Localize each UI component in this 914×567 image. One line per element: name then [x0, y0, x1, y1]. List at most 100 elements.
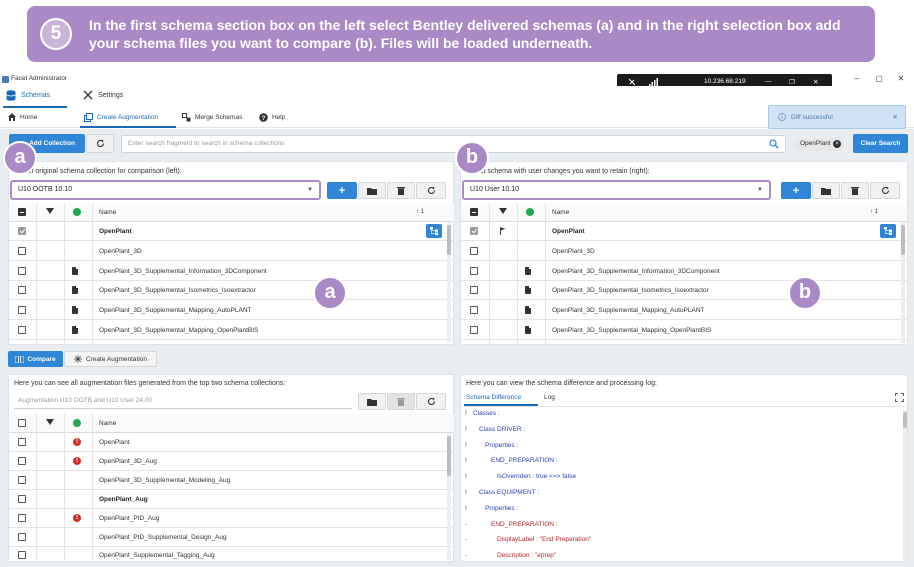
right-refresh-button[interactable] [870, 182, 900, 199]
name-column-header[interactable]: Name [99, 209, 116, 216]
compare-tab[interactable]: Compare [8, 351, 63, 367]
right-open-folder-button[interactable] [812, 182, 840, 199]
sort-indicator[interactable]: ↑ 1 [416, 209, 424, 215]
table-row[interactable]: OpenPlant_3D [461, 242, 907, 261]
nav-help[interactable]: ? Help [259, 113, 285, 122]
row-checkbox[interactable] [18, 475, 26, 484]
row-checkbox[interactable] [18, 438, 26, 446]
diff-text: Class DRIVER : [479, 425, 526, 433]
maximize-button[interactable]: ▢ [868, 74, 890, 86]
table-row[interactable]: OpenPlant_3D_Supplemental_Mapping_OpenPl… [461, 321, 907, 340]
remote-restore-button[interactable]: ❐ [789, 78, 795, 86]
row-checkbox[interactable] [470, 306, 478, 315]
create-augmentation-tab[interactable]: Create Augmentation [64, 351, 157, 367]
row-checkbox[interactable] [470, 227, 478, 235]
row-checkbox[interactable] [18, 326, 26, 334]
row-checkbox[interactable] [18, 551, 26, 560]
table-row[interactable]: ! OpenPlant_3D_Aug [9, 452, 454, 471]
search-icon[interactable] [769, 139, 779, 149]
expand-icon[interactable] [895, 393, 904, 402]
row-checkbox[interactable] [470, 246, 478, 255]
left-collection-select[interactable]: U10 OOTB 10.10 ▼ [10, 180, 321, 200]
nav-home[interactable]: Home [8, 113, 37, 121]
tab-schema-difference[interactable]: Schema Difference [466, 394, 521, 401]
remote-close-button[interactable]: ✕ [813, 78, 818, 86]
toast-close-button[interactable]: ✕ [893, 113, 898, 121]
table-row[interactable]: OpenPlant_3D_Supplemental_Mapping_AutoPL… [9, 301, 454, 321]
table-row[interactable]: OpenPlant_3D [9, 242, 454, 261]
name-column-header[interactable]: Name [99, 420, 116, 427]
diff-text: Properties : [485, 504, 519, 512]
aug-grid-scroll-thumb[interactable] [447, 436, 451, 476]
filter-icon[interactable] [46, 419, 54, 425]
left-open-folder-button[interactable] [358, 182, 386, 199]
table-row[interactable]: OpenPlant_3D_Supplemental_Isometrics_Iso… [461, 281, 907, 301]
select-all-checkbox[interactable] [18, 208, 26, 216]
row-checkbox[interactable] [470, 326, 478, 334]
nav-merge-schemas[interactable]: Merge Schemas [182, 113, 242, 122]
left-add-button[interactable]: + [327, 182, 357, 199]
right-grid-scroll-thumb[interactable] [901, 225, 905, 255]
right-delete-button[interactable] [841, 182, 869, 199]
right-add-button[interactable]: + [781, 182, 811, 199]
table-row[interactable]: OpenPlant_PID_Supplemental_Design_Aug [9, 528, 454, 547]
row-checkbox[interactable] [18, 532, 26, 541]
filter-icon[interactable] [46, 208, 54, 214]
augmentation-name-input[interactable]: Augmentation U10 OOTB and U10 User 24.00 [14, 394, 352, 409]
left-refresh-button[interactable] [416, 182, 446, 199]
left-hierarchy-button[interactable] [426, 224, 442, 238]
row-checkbox[interactable] [18, 227, 26, 235]
filter-icon[interactable] [499, 208, 507, 214]
aug-delete-button[interactable] [387, 393, 415, 410]
remote-minimize-button[interactable]: — [765, 78, 772, 85]
aug-open-folder-button[interactable] [358, 393, 386, 410]
table-row[interactable]: ! OpenPlant [9, 433, 454, 452]
aug-refresh-button[interactable] [416, 393, 446, 410]
minimize-button[interactable]: – [846, 74, 868, 86]
table-row[interactable]: OpenPlant_Aug [9, 490, 454, 509]
diff-text: Classes : [473, 410, 500, 417]
table-row[interactable]: OpenPlant_3D_Supplemental_Mapping_OpenPl… [9, 321, 454, 340]
table-row[interactable]: OpenPlant_3D_Supplemental_Modeling_Aug [9, 471, 454, 490]
chip-remove-icon[interactable]: × [833, 140, 841, 148]
tab-log[interactable]: Log [544, 394, 555, 401]
name-column-header[interactable]: Name [552, 209, 569, 216]
close-button[interactable]: ✕ [890, 74, 912, 86]
clear-search-button[interactable]: Clear Search [853, 134, 908, 153]
filter-chip[interactable]: OpenPlant × [795, 138, 844, 151]
row-checkbox[interactable] [18, 266, 26, 275]
nav-merge-schemas-label: Merge Schemas [195, 114, 243, 121]
table-row[interactable]: OpenPlant_3D_Supplemental_Isometrics_Iso… [9, 281, 454, 301]
menu-settings[interactable]: Settings [83, 90, 123, 100]
app-icon [2, 76, 9, 83]
left-delete-button[interactable] [387, 182, 415, 199]
right-hierarchy-button[interactable] [880, 224, 896, 238]
row-checkbox[interactable] [18, 286, 26, 295]
row-checkbox[interactable] [18, 246, 26, 255]
select-all-checkbox[interactable] [18, 419, 26, 427]
table-row[interactable]: OpenPlant [461, 222, 907, 241]
nav-create-augmentation[interactable]: Create Augmentation [84, 113, 158, 122]
diff-scrollbar[interactable] [903, 410, 907, 560]
table-row[interactable]: ! OpenPlant_PID_Aug [9, 509, 454, 528]
table-row[interactable]: OpenPlant [9, 222, 454, 241]
row-checkbox[interactable] [18, 494, 26, 503]
table-row[interactable]: OpenPlant_3D_Supplemental_Information_3D… [461, 262, 907, 281]
row-checkbox[interactable] [470, 266, 478, 275]
diff-line: ! END_PREPARATION : [465, 457, 895, 469]
sort-indicator[interactable]: ↑ 1 [870, 209, 878, 215]
menu-schemas[interactable]: Schemas [6, 90, 50, 101]
row-checkbox[interactable] [470, 286, 478, 295]
left-grid-scroll-thumb[interactable] [447, 225, 451, 255]
row-checkbox[interactable] [18, 306, 26, 315]
row-checkbox[interactable] [18, 456, 26, 465]
table-row[interactable]: OpenPlant_3D_Supplemental_Mapping_AutoPL… [461, 301, 907, 321]
row-checkbox[interactable] [18, 513, 26, 522]
diff-scroll-thumb[interactable] [903, 412, 907, 428]
right-collection-select[interactable]: U10 User 10.10 ▼ [462, 180, 771, 200]
refresh-collections-button[interactable] [86, 134, 114, 153]
select-all-checkbox[interactable] [470, 208, 478, 216]
table-row[interactable]: OpenPlant_Supplemental_Tagging_Aug [9, 546, 454, 561]
table-row[interactable]: OpenPlant_3D_Supplemental_Information_3D… [9, 262, 454, 281]
search-input[interactable]: Enter search fragment to search in schem… [121, 135, 786, 153]
